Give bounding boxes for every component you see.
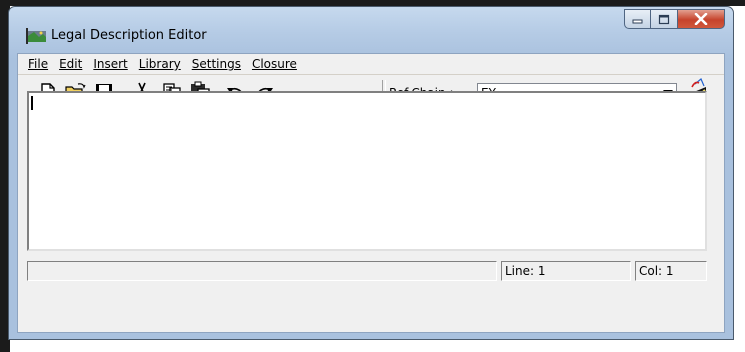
window-title: Legal Description Editor [51, 28, 207, 43]
menu-separator [18, 74, 724, 75]
status-col: Col: 1 [635, 261, 707, 281]
status-line: Line: 1 [501, 261, 631, 281]
menu-library[interactable]: Library [138, 57, 182, 71]
maximize-button[interactable] [651, 9, 678, 29]
title-bar[interactable]: Legal Description Editor [9, 7, 733, 53]
menu-insert[interactable]: Insert [92, 57, 128, 71]
caption-buttons [624, 9, 725, 31]
close-icon [694, 13, 708, 25]
status-bar: Line: 1 Col: 1 [27, 261, 707, 281]
editor-window: Legal Description Editor File Edit Inser… [8, 6, 734, 340]
menu-bar: File Edit Insert Library Settings Closur… [18, 54, 724, 74]
menu-settings[interactable]: Settings [191, 57, 242, 71]
menu-closure[interactable]: Closure [251, 57, 298, 71]
menu-edit[interactable]: Edit [58, 57, 83, 71]
app-logo-icon [26, 28, 46, 44]
minimize-button[interactable] [624, 9, 651, 29]
status-message [27, 261, 497, 281]
close-button[interactable] [678, 9, 725, 29]
legal-description-textarea[interactable] [27, 91, 707, 251]
menu-file[interactable]: File [27, 57, 49, 71]
minimize-icon [632, 19, 642, 24]
text-caret [31, 96, 33, 110]
maximize-icon [658, 14, 670, 24]
